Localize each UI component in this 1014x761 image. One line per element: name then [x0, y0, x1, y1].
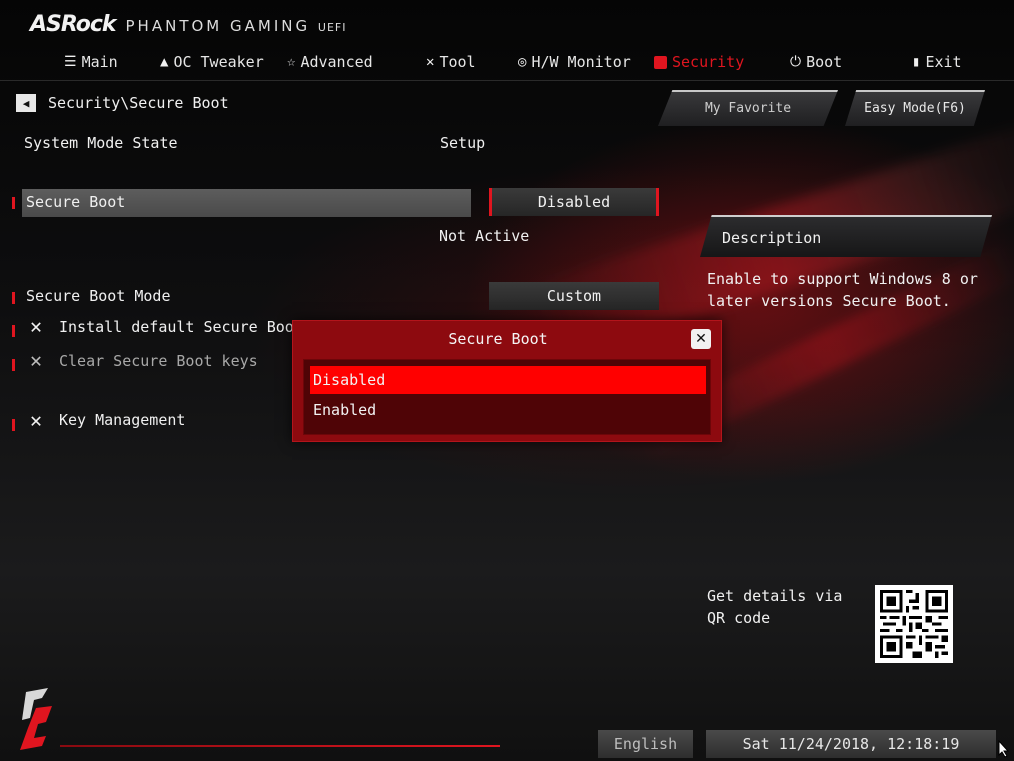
dialog-title: Secure Boot: [448, 330, 548, 348]
mouse-cursor-icon: [998, 740, 1010, 758]
language-button[interactable]: English: [598, 730, 693, 758]
tab-label: Main: [81, 53, 118, 71]
tab-hw-monitor[interactable]: ◎ H/W Monitor: [518, 51, 631, 73]
back-arrow-icon[interactable]: ◀: [16, 94, 36, 112]
system-mode-label: System Mode State: [24, 134, 178, 152]
breadcrumb-path: Security\Secure Boot: [48, 94, 229, 112]
datetime-display: Sat 11/24/2018, 12:18:19: [706, 730, 996, 758]
secure-boot-mode-label[interactable]: Secure Boot Mode: [26, 287, 171, 305]
tab-label: Boot: [806, 53, 843, 71]
shield-icon: [654, 55, 667, 69]
option-label: Disabled: [313, 371, 386, 389]
wrench-icon: ✕: [30, 314, 43, 338]
tab-label: H/W Monitor: [531, 53, 631, 71]
tab-main[interactable]: ☰ Main: [64, 51, 118, 73]
row-marker: [12, 419, 15, 431]
my-favorite-button[interactable]: My Favorite: [658, 90, 838, 126]
row-marker: [12, 292, 15, 304]
value-text: Disabled: [537, 193, 611, 211]
option-disabled[interactable]: Disabled: [310, 366, 706, 394]
tab-security[interactable]: Security: [654, 51, 744, 73]
asrock-logo: ASRock PHANTOM GAMING UEFI: [30, 12, 347, 37]
tab-label: Exit: [925, 53, 962, 71]
value-text: Custom: [546, 287, 602, 305]
qr-code: [875, 585, 953, 663]
monitor-icon: ◎: [518, 54, 527, 70]
row-marker: [12, 359, 15, 371]
close-icon[interactable]: ✕: [691, 329, 711, 349]
nav-divider: [0, 80, 1014, 81]
description-title: Description: [722, 229, 822, 247]
star-icon: ☆: [287, 54, 296, 70]
tab-label: Security: [672, 53, 745, 71]
wrench-icon: ✕: [30, 408, 43, 432]
tab-tool[interactable]: ✕ Tool: [426, 51, 476, 73]
clear-secure-boot-keys[interactable]: Clear Secure Boot keys: [59, 352, 258, 370]
phantom-gaming-logo-icon: [20, 688, 52, 750]
datetime-text: Sat 11/24/2018, 12:18:19: [742, 735, 960, 753]
tab-boot[interactable]: ⏻ Boot: [790, 51, 842, 73]
product-suffix: UEFI: [317, 21, 347, 34]
wrench-icon: ✕: [426, 54, 435, 70]
system-mode-value: Setup: [440, 134, 486, 152]
row-marker: [12, 197, 15, 209]
brand-name: ASRock: [30, 12, 117, 37]
exit-icon: ▮: [912, 54, 921, 70]
top-navigation: ☰ Main ▲ OC Tweaker ☆ Advanced ✕ Tool ◎ …: [0, 48, 1014, 76]
footer-accent-line: [60, 745, 500, 747]
key-management[interactable]: Key Management: [59, 411, 185, 429]
tab-advanced[interactable]: ☆ Advanced: [287, 51, 373, 73]
description-text: Enable to support Windows 8 or later ver…: [707, 270, 978, 310]
secure-boot-status: Not Active: [439, 227, 530, 245]
power-icon: ⏻: [790, 54, 802, 70]
product-name: PHANTOM GAMING UEFI: [126, 17, 347, 35]
product-title: PHANTOM GAMING: [125, 17, 311, 35]
breadcrumb: ◀ Security\Secure Boot: [16, 94, 229, 112]
flame-icon: ▲: [160, 54, 169, 70]
tab-label: Advanced: [300, 53, 373, 71]
secure-boot-mode-value[interactable]: Custom: [489, 282, 659, 310]
option-label: Enabled: [313, 401, 377, 419]
tab-oc-tweaker[interactable]: ▲ OC Tweaker: [160, 51, 264, 73]
secure-boot-label: Secure Boot: [26, 193, 126, 211]
qr-code-graphic: [880, 590, 948, 658]
tab-label: OC Tweaker: [173, 53, 264, 71]
list-icon: ☰: [64, 54, 77, 70]
secure-boot-value[interactable]: Disabled: [489, 188, 659, 216]
tab-exit[interactable]: ▮ Exit: [912, 51, 962, 73]
easy-mode-button[interactable]: Easy Mode(F6): [845, 90, 985, 126]
button-label: My Favorite: [704, 100, 792, 116]
tab-label: Tool: [439, 53, 476, 71]
row-marker: [12, 325, 15, 337]
button-label: Easy Mode(F6): [864, 100, 966, 116]
qr-caption: Get details via QR code: [707, 587, 843, 627]
option-enabled[interactable]: Enabled: [310, 396, 706, 424]
secure-boot-dialog: Secure Boot ✕ Disabled Enabled: [292, 320, 722, 442]
option-list: Disabled Enabled: [303, 359, 711, 435]
language-label: English: [613, 735, 678, 753]
wrench-icon: ✕: [30, 348, 43, 372]
